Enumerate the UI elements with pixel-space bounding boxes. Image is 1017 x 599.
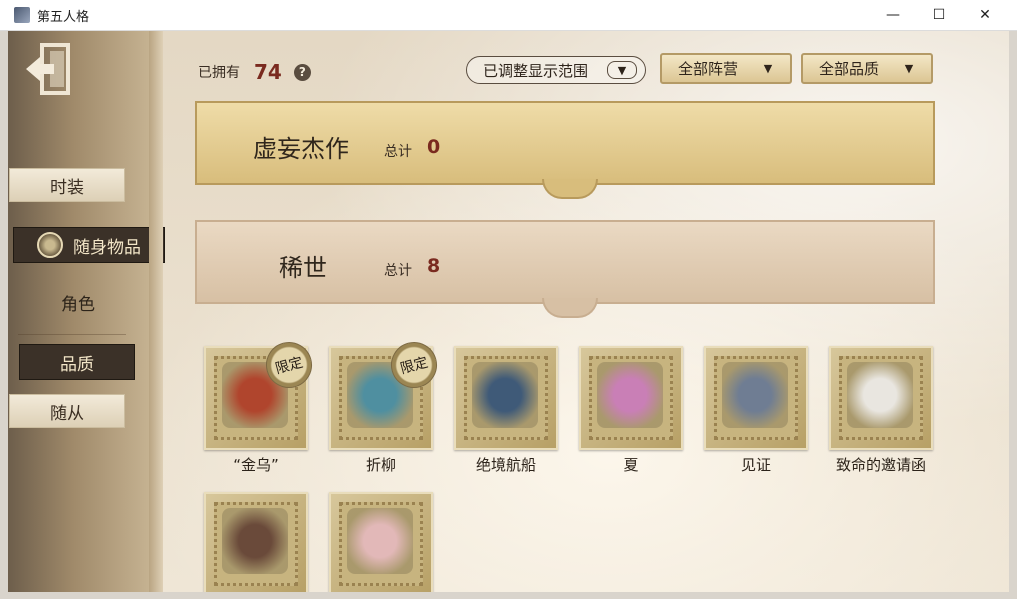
item-name: “金乌” — [233, 456, 279, 474]
sidebar-divider — [18, 334, 126, 335]
item-art-icon — [472, 362, 538, 428]
item-name: 见证 — [740, 456, 771, 474]
tier-banner-masterpiece[interactable]: 虚妄杰作 总计 0 — [195, 101, 935, 199]
item-card[interactable] — [704, 346, 808, 450]
item-art-icon — [347, 508, 413, 574]
sidebar-item-fashion[interactable]: 时装 — [9, 168, 125, 202]
shield-icon — [37, 232, 63, 258]
dropdown-label: 全部品质 — [819, 60, 880, 78]
chevron-down-icon: ▼ — [763, 62, 773, 75]
sidebar-item-label: 角色 — [61, 294, 95, 315]
item-name: 折柳 — [365, 456, 396, 474]
maximize-button[interactable]: ☐ — [916, 0, 962, 30]
help-icon[interactable]: ? — [293, 63, 311, 81]
item-card[interactable]: 限定 — [204, 336, 318, 450]
sidebar-item-character[interactable]: 角色 — [18, 286, 138, 318]
tier-banner-rare[interactable]: 稀世 总计 8 — [195, 220, 935, 318]
item-card[interactable] — [204, 492, 308, 592]
exit-icon[interactable] — [24, 41, 74, 97]
game-view: 时装 随身物品 角色 品质 随从 已拥有 74 ? 已调整显示范围 ▼ 全部阵营… — [8, 31, 1009, 592]
item-name: 致命的邀请函 — [835, 456, 926, 474]
sidebar-item-label: 时装 — [50, 177, 84, 198]
item-card[interactable] — [329, 492, 433, 592]
dropdown-label: 已调整显示范围 — [483, 61, 589, 80]
quality-filter-dropdown[interactable]: 全部品质 ▼ — [801, 53, 933, 84]
camp-filter-dropdown[interactable]: 全部阵营 ▼ — [660, 53, 792, 84]
tier-total-label: 总计 — [384, 144, 412, 160]
item-card[interactable] — [454, 346, 558, 450]
chevron-down-icon: ▼ — [607, 61, 637, 79]
sidebar-item-accessories[interactable]: 随身物品 — [13, 227, 165, 263]
dropdown-label: 全部阵营 — [678, 60, 739, 78]
game-window: 第五人格 — ☐ ✕ 时装 随身物品 角色 品质 随从 已拥有 74 ? 已调整… — [0, 0, 1017, 599]
tier-name: 稀世 — [279, 254, 327, 282]
sidebar-item-label: 品质 — [60, 354, 94, 375]
item-name: 绝境航船 — [475, 456, 536, 474]
app-icon — [14, 7, 30, 23]
item-card[interactable]: 限定 — [329, 336, 443, 450]
owned-count-row: 已拥有 74 ? — [198, 60, 311, 84]
sidebar-item-follower[interactable]: 随从 — [9, 394, 125, 428]
chevron-down-icon: ▼ — [904, 62, 914, 75]
close-button[interactable]: ✕ — [962, 0, 1008, 30]
title-bar: 第五人格 — ☐ ✕ — [0, 0, 1017, 31]
minimize-button[interactable]: — — [870, 0, 916, 30]
item-art-icon — [222, 508, 288, 574]
tier-total-value: 0 — [427, 136, 441, 158]
tier-name: 虚妄杰作 — [253, 135, 349, 163]
owned-label: 已拥有 — [198, 65, 240, 81]
tier-collapse-tab[interactable] — [542, 298, 598, 318]
item-name: 夏 — [623, 456, 639, 474]
item-card[interactable] — [579, 346, 683, 450]
sidebar-item-label: 随从 — [50, 403, 84, 424]
owned-count: 74 — [254, 60, 282, 84]
item-art-icon — [722, 362, 788, 428]
tier-total-label: 总计 — [384, 263, 412, 279]
window-title: 第五人格 — [37, 10, 90, 25]
sidebar-item-quality[interactable]: 品质 — [19, 344, 135, 380]
item-card[interactable] — [829, 346, 933, 450]
item-art-icon — [597, 362, 663, 428]
item-art-icon — [847, 362, 913, 428]
tier-collapse-tab[interactable] — [542, 179, 598, 199]
tier-total-value: 8 — [427, 255, 441, 277]
display-range-dropdown[interactable]: 已调整显示范围 ▼ — [466, 56, 646, 84]
sidebar-item-label: 随身物品 — [73, 237, 141, 258]
sidebar: 时装 随身物品 角色 品质 随从 — [8, 31, 165, 592]
